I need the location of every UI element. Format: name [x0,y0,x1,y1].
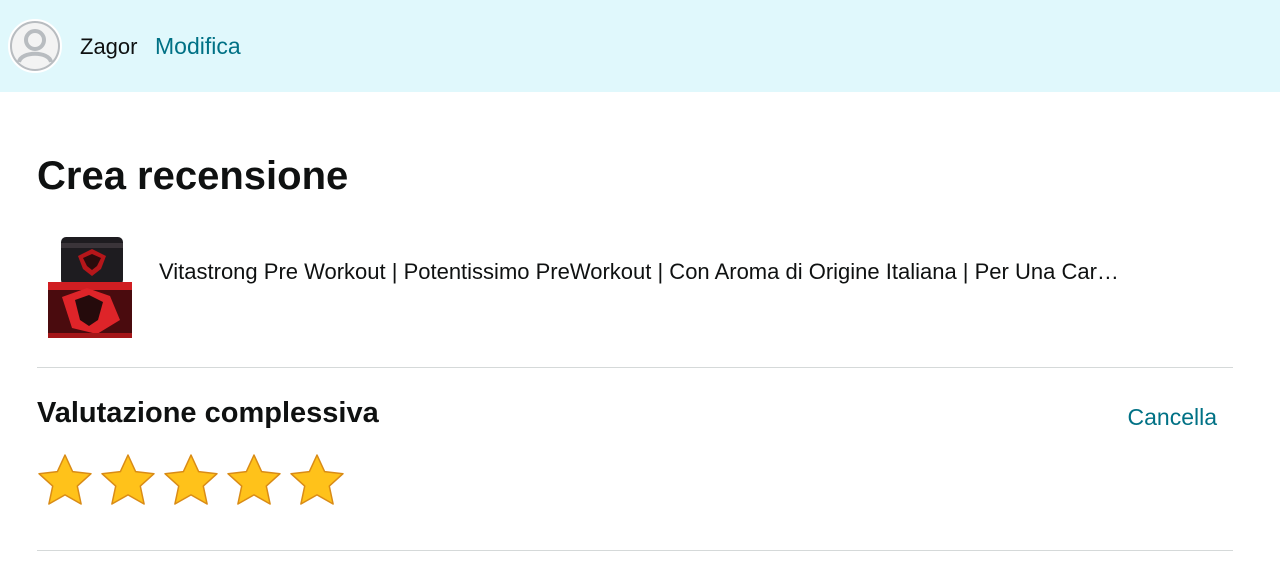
product-title: Vitastrong Pre Workout | Potentissimo Pr… [159,259,1119,284]
star-icon[interactable] [36,452,94,510]
divider [37,550,1233,551]
profile-header-bar: Zagor Modifica [0,0,1280,92]
divider [37,367,1233,368]
edit-profile-link[interactable]: Modifica [155,32,241,60]
star-icon[interactable] [99,452,157,510]
product-image [48,237,132,338]
user-avatar-icon[interactable] [8,19,62,73]
star-icon[interactable] [162,452,220,510]
star-icon[interactable] [288,452,346,510]
rating-section-title: Valutazione complessiva [37,397,379,429]
user-name: Zagor [80,34,138,59]
page-title: Crea recensione [37,154,349,198]
clear-rating-link[interactable]: Cancella [1128,403,1218,431]
star-icon[interactable] [225,452,283,510]
star-rating[interactable] [36,452,346,510]
